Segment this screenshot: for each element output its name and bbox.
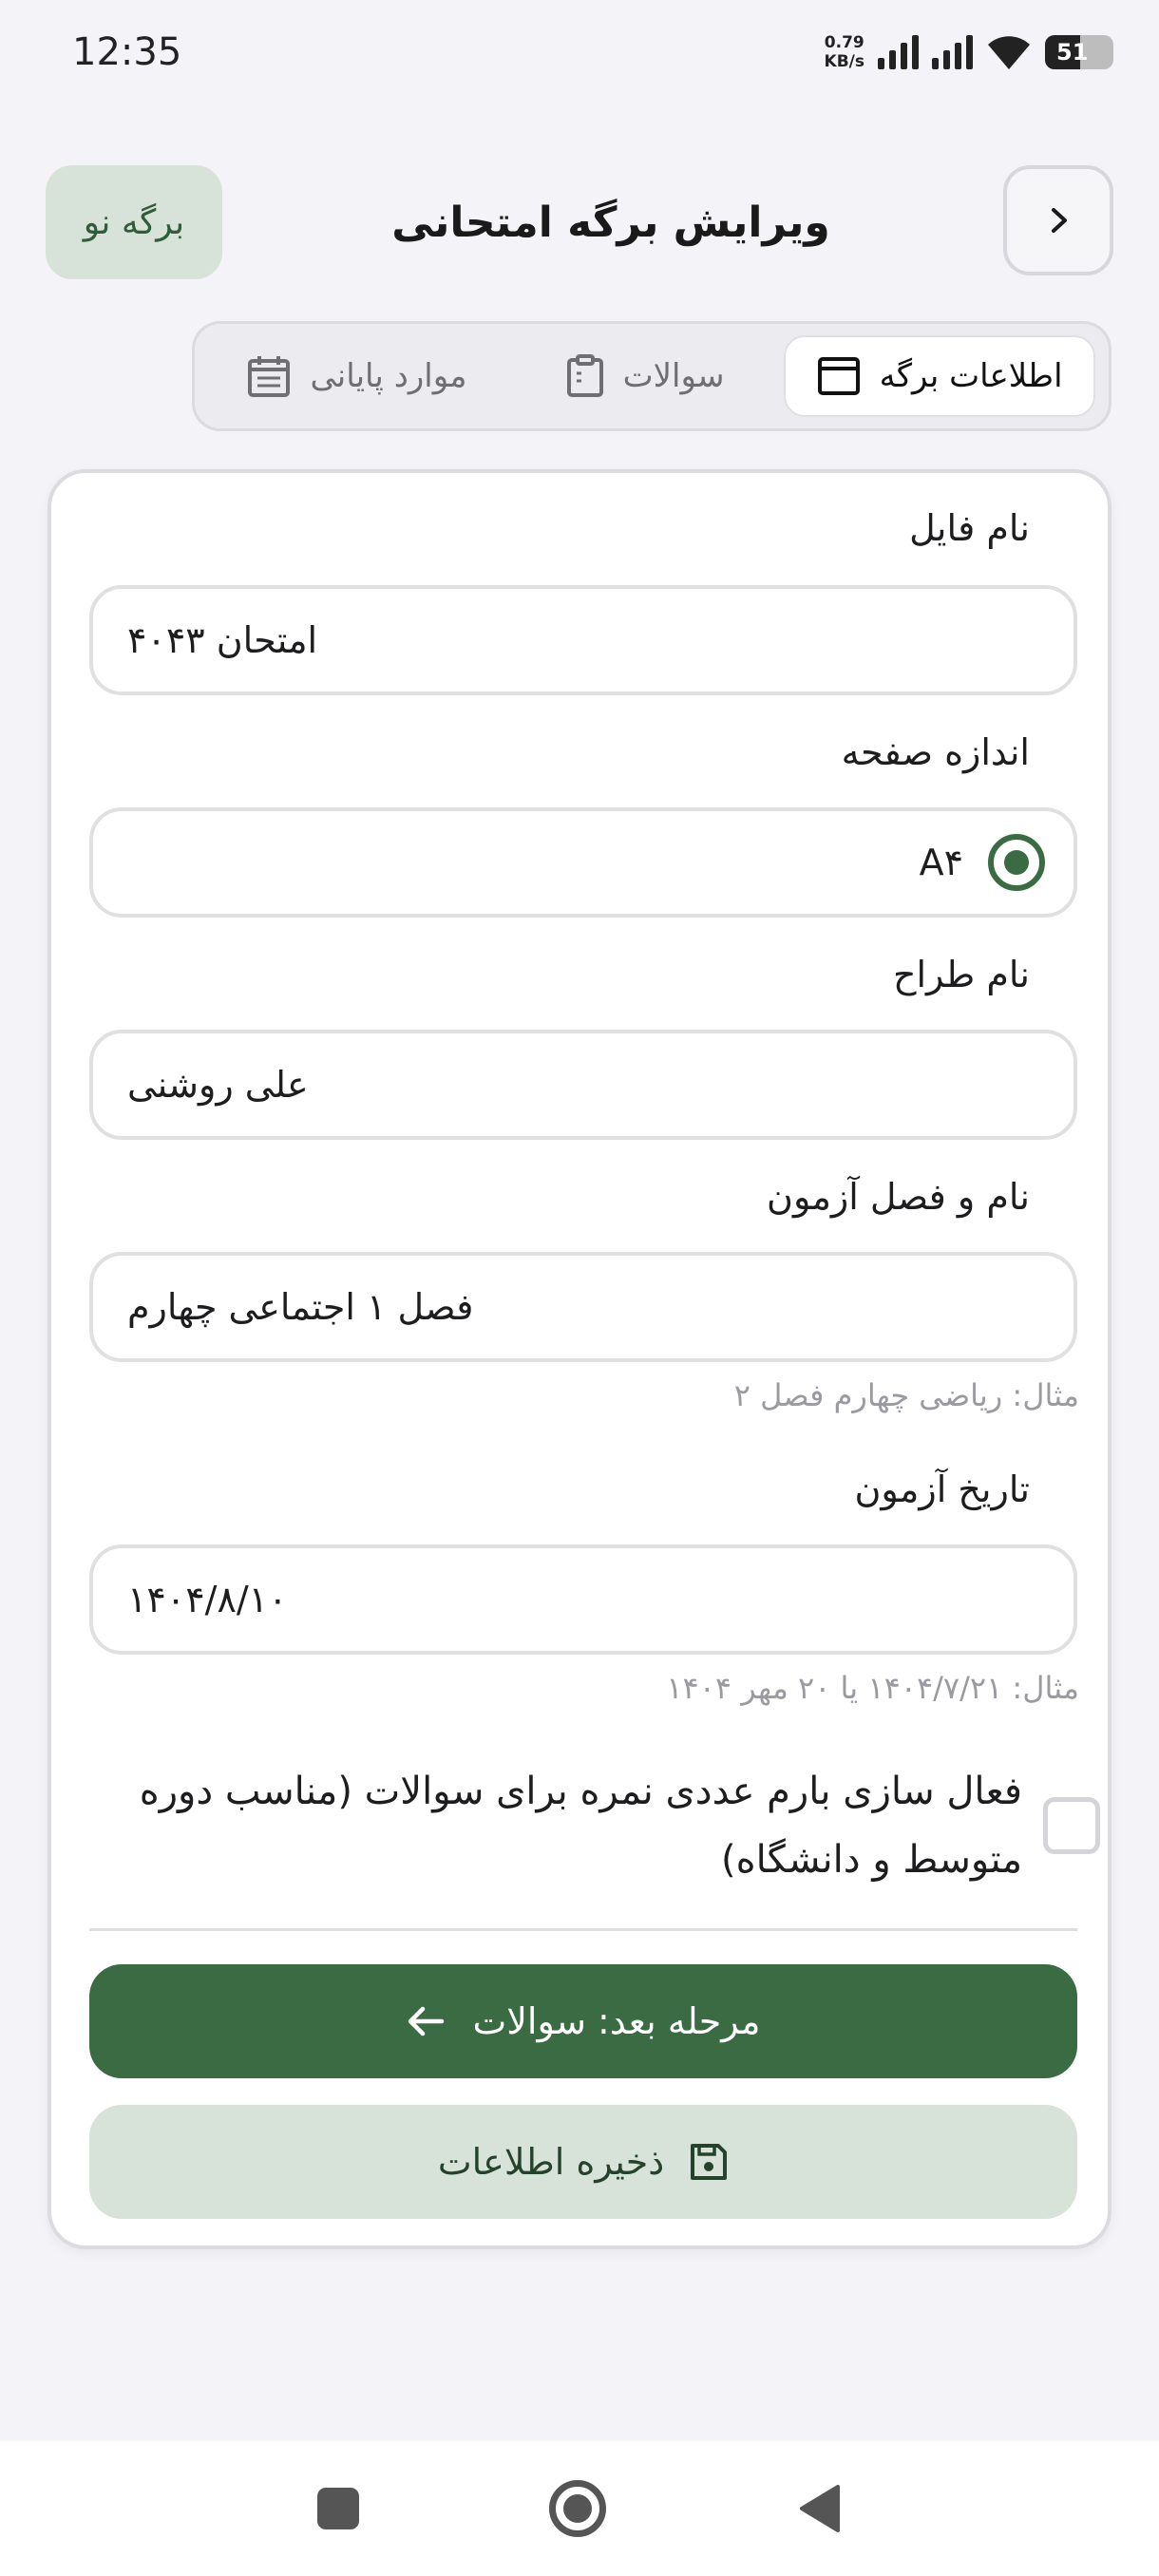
tab-sheet-info[interactable]: اطلاعات برگه xyxy=(784,335,1095,417)
tab-label: موارد پایانی xyxy=(310,357,467,395)
exam-name-label: نام و فصل آزمون xyxy=(767,1176,1030,1218)
wifi-icon xyxy=(988,36,1030,69)
tab-bar: اطلاعات برگه سوالات موارد پایانی xyxy=(192,321,1112,431)
next-step-label: مرحله بعد: سوالات xyxy=(472,2000,761,2042)
exam-date-label: تاریخ آزمون xyxy=(854,1468,1031,1510)
numeric-score-checkbox[interactable] xyxy=(1043,1797,1100,1854)
radio-selected-icon[interactable] xyxy=(988,834,1045,891)
file-name-field[interactable]: امتحان ۴۰۴۳ xyxy=(89,585,1077,695)
signal-icon xyxy=(878,35,919,69)
save-label: ذخیره اطلاعات xyxy=(437,2141,665,2183)
tab-label: اطلاعات برگه xyxy=(879,357,1063,395)
exam-name-field[interactable]: فصل ۱ اجتماعی چهارم xyxy=(89,1252,1077,1362)
system-nav-bar xyxy=(0,2441,1159,2576)
network-speed-unit: KB/s xyxy=(824,52,864,71)
calendar-icon xyxy=(248,356,291,397)
designer-value: علی روشنی xyxy=(127,1064,309,1106)
exam-date-field[interactable]: ۱۴۰۴/۸/۱۰ xyxy=(89,1544,1077,1655)
page-title: ویرایش برگه امتحانی xyxy=(391,198,830,247)
battery-icon: 51 xyxy=(1045,35,1113,69)
save-button[interactable]: ذخیره اطلاعات xyxy=(89,2105,1077,2219)
back-button[interactable] xyxy=(1003,165,1113,275)
new-sheet-button[interactable]: برگه نو xyxy=(46,165,222,279)
sheet-info-card: نام فایل امتحان ۴۰۴۳ اندازه صفحه A۴ نام … xyxy=(48,469,1112,2249)
status-bar: 12:35 0.79 KB/s 51 xyxy=(0,0,1159,104)
clipboard-icon xyxy=(566,354,603,397)
chevron-right-icon xyxy=(1052,208,1067,233)
battery-level: 51 xyxy=(1056,39,1089,66)
arrow-left-icon xyxy=(408,2006,445,2036)
status-time: 12:35 xyxy=(72,30,182,74)
page-size-option[interactable]: A۴ xyxy=(89,807,1077,918)
app-header: برگه نو ویرایش برگه امتحانی xyxy=(46,165,1113,279)
divider xyxy=(89,1928,1077,1931)
designer-field[interactable]: علی روشنی xyxy=(89,1030,1077,1140)
exam-name-value: فصل ۱ اجتماعی چهارم xyxy=(127,1286,474,1328)
file-name-value: امتحان ۴۰۴۳ xyxy=(127,619,318,661)
page-size-label: اندازه صفحه xyxy=(841,731,1030,773)
network-speed-value: 0.79 xyxy=(824,33,864,52)
file-name-label: نام فایل xyxy=(909,507,1030,549)
next-step-button[interactable]: مرحله بعد: سوالات xyxy=(89,1964,1077,2078)
exam-date-value: ۱۴۰۴/۸/۱۰ xyxy=(127,1579,288,1620)
tab-label: سوالات xyxy=(622,357,725,395)
tab-final-items[interactable]: موارد پایانی xyxy=(208,335,506,417)
designer-label: نام طراح xyxy=(892,954,1030,995)
numeric-score-label: فعال سازی بارم عددی نمره برای سوالات (من… xyxy=(139,1770,1022,1882)
exam-name-hint: مثال: ریاضی چهارم فصل ۲ xyxy=(733,1377,1079,1413)
exam-date-hint: مثال: ۱۴۰۴/۷/۲۱ یا ۲۰ مهر ۱۴۰۴ xyxy=(666,1670,1079,1706)
signal-icon xyxy=(932,35,973,69)
recent-apps-button[interactable] xyxy=(317,2488,359,2529)
numeric-score-option[interactable]: فعال سازی بارم عددی نمره برای سوالات (من… xyxy=(131,1757,1100,1894)
status-icons: 0.79 KB/s 51 xyxy=(825,33,1113,71)
back-triangle-icon[interactable] xyxy=(796,2483,842,2534)
tab-questions[interactable]: سوالات xyxy=(506,335,784,417)
window-icon xyxy=(817,357,860,395)
home-button[interactable] xyxy=(549,2480,606,2537)
page-size-value: A۴ xyxy=(919,842,963,883)
network-speed: 0.79 KB/s xyxy=(825,33,864,71)
save-icon xyxy=(691,2144,728,2180)
